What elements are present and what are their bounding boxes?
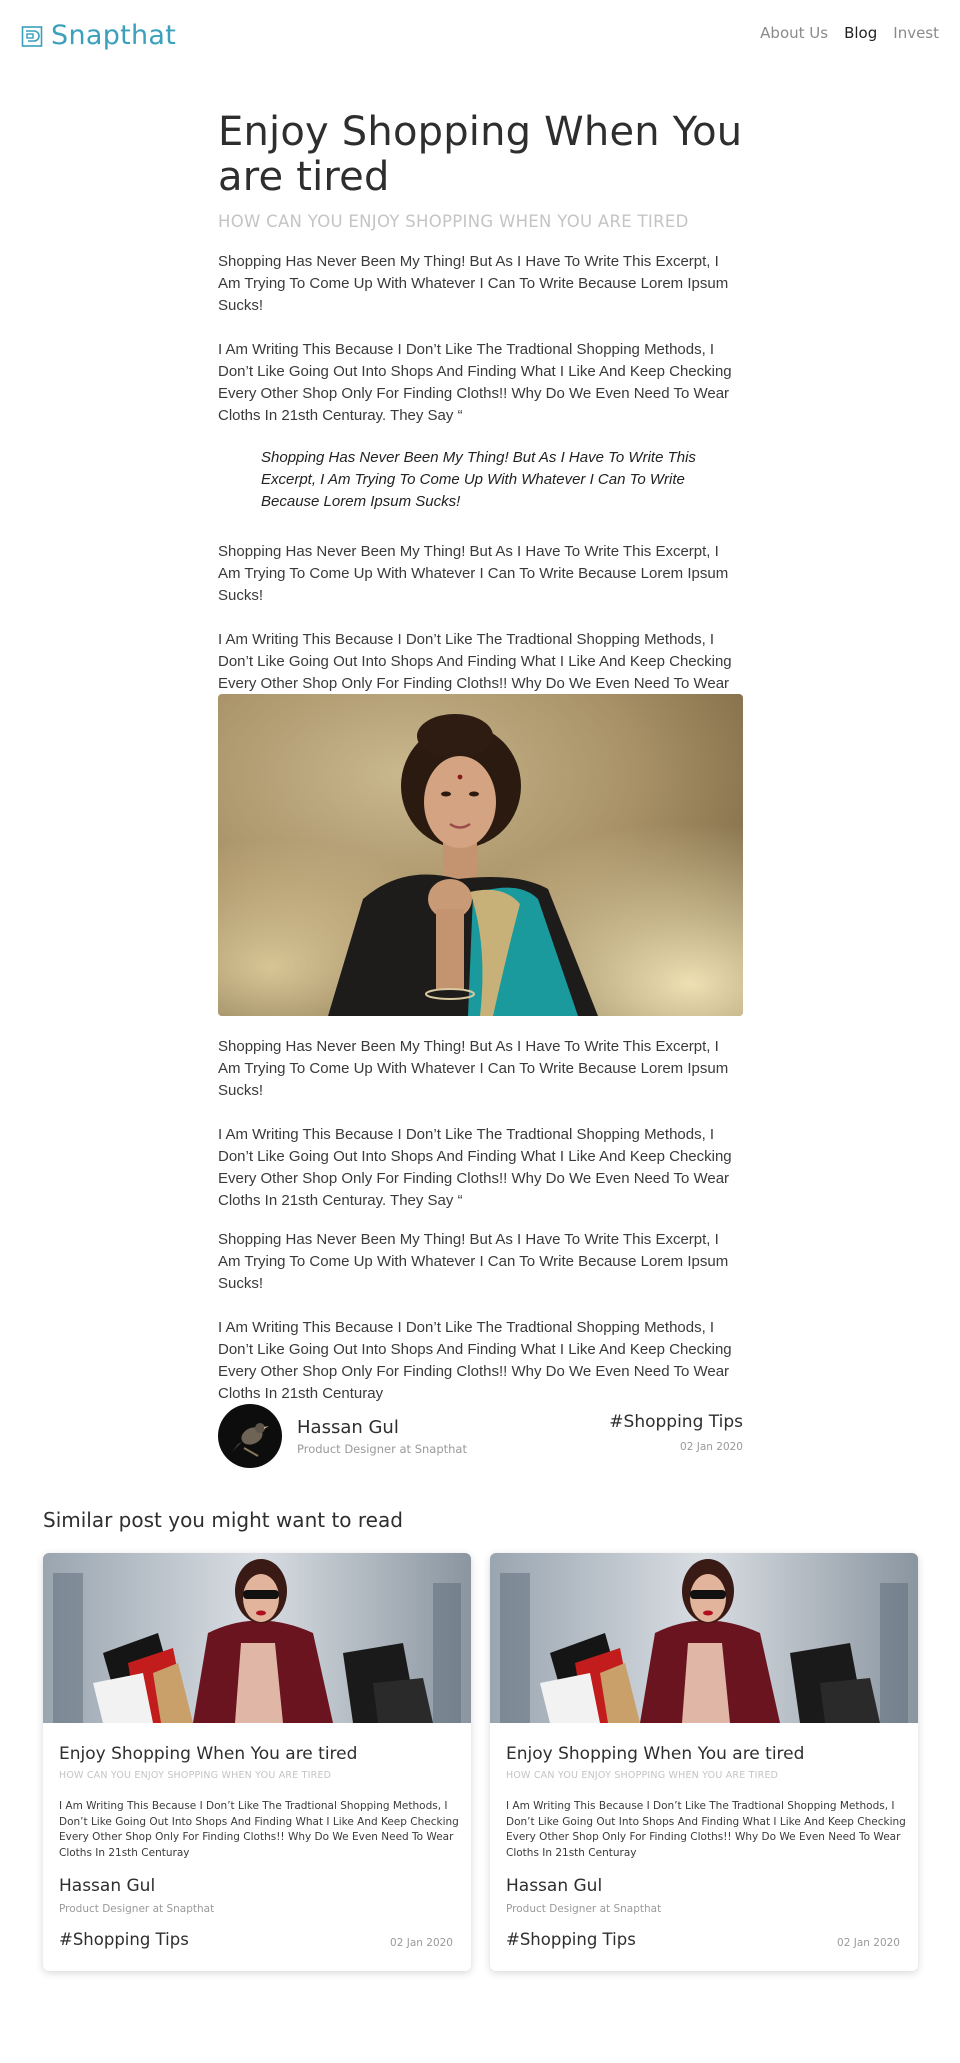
nav-about-us[interactable]: About Us xyxy=(760,24,828,42)
woman-portrait-image xyxy=(218,694,743,1016)
card-author-role: Product Designer at Snapthat xyxy=(506,1903,662,1915)
article-paragraph: Shopping Has Never Been My Thing! But As… xyxy=(218,253,729,314)
article: Enjoy Shopping When You are tired HOW CA… xyxy=(218,110,743,717)
card-title[interactable]: Enjoy Shopping When You are tired xyxy=(59,1744,357,1764)
card-subtitle: HOW CAN YOU ENJOY SHOPPING WHEN YOU ARE … xyxy=(506,1770,779,1781)
card-tag[interactable]: #Shopping Tips xyxy=(506,1930,636,1949)
card-image xyxy=(43,1553,471,1723)
article-subtitle: HOW CAN YOU ENJOY SHOPPING WHEN YOU ARE … xyxy=(218,212,689,231)
card-title[interactable]: Enjoy Shopping When You are tired xyxy=(506,1744,804,1764)
site-header: Snapthat About Us Blog Invest xyxy=(0,0,960,70)
card-image xyxy=(490,1553,918,1723)
avatar[interactable] xyxy=(218,1404,282,1468)
post-tag[interactable]: #Shopping Tips xyxy=(609,1412,743,1432)
card-excerpt: I Am Writing This Because I Don’t Like T… xyxy=(59,1800,459,1859)
card-excerpt: I Am Writing This Because I Don’t Like T… xyxy=(506,1800,906,1859)
article-title: Enjoy Shopping When You are tired xyxy=(218,109,743,200)
article-continued: Shopping Has Never Been My Thing! But As… xyxy=(218,1036,743,1405)
card-tag[interactable]: #Shopping Tips xyxy=(59,1930,189,1949)
article-paragraph: I Am Writing This Because I Don’t Like T… xyxy=(218,341,732,424)
nav-invest[interactable]: Invest xyxy=(893,24,939,42)
card-author-name[interactable]: Hassan Gul xyxy=(59,1876,155,1896)
article-paragraph: Shopping Has Never Been My Thing! But As… xyxy=(218,1231,729,1292)
logo-icon xyxy=(21,25,43,47)
article-paragraph: I Am Writing This Because I Don’t Like T… xyxy=(218,1319,732,1402)
article-paragraph: I Am Writing This Because I Don’t Like T… xyxy=(218,1126,732,1209)
similar-posts-heading: Similar post you might want to read xyxy=(43,1508,403,1532)
article-paragraph: Shopping Has Never Been My Thing! But As… xyxy=(218,543,729,604)
card-date: 02 Jan 2020 xyxy=(837,1937,900,1949)
post-date: 02 Jan 2020 xyxy=(680,1441,743,1453)
main-nav: About Us Blog Invest xyxy=(760,24,939,42)
author-role: Product Designer at Snapthat xyxy=(297,1442,467,1456)
author-block: Hassan Gul Product Designer at Snapthat … xyxy=(218,1404,743,1468)
article-hero-image xyxy=(218,694,743,1016)
logo[interactable]: Snapthat xyxy=(21,20,176,51)
card-date: 02 Jan 2020 xyxy=(390,1937,453,1949)
similar-post-card[interactable]: Enjoy Shopping When You are tired HOW CA… xyxy=(43,1553,471,1971)
card-author-role: Product Designer at Snapthat xyxy=(59,1903,215,1915)
author-name[interactable]: Hassan Gul xyxy=(297,1417,399,1438)
logo-text: Snapthat xyxy=(51,20,177,51)
nav-blog[interactable]: Blog xyxy=(844,24,877,42)
similar-post-card[interactable]: Enjoy Shopping When You are tired HOW CA… xyxy=(490,1553,918,1971)
article-quote: Shopping Has Never Been My Thing! But As… xyxy=(261,449,696,510)
bird-avatar-image xyxy=(218,1404,282,1468)
card-author-name[interactable]: Hassan Gul xyxy=(506,1876,602,1896)
article-paragraph: Shopping Has Never Been My Thing! But As… xyxy=(218,1038,729,1099)
card-subtitle: HOW CAN YOU ENJOY SHOPPING WHEN YOU ARE … xyxy=(59,1770,332,1781)
